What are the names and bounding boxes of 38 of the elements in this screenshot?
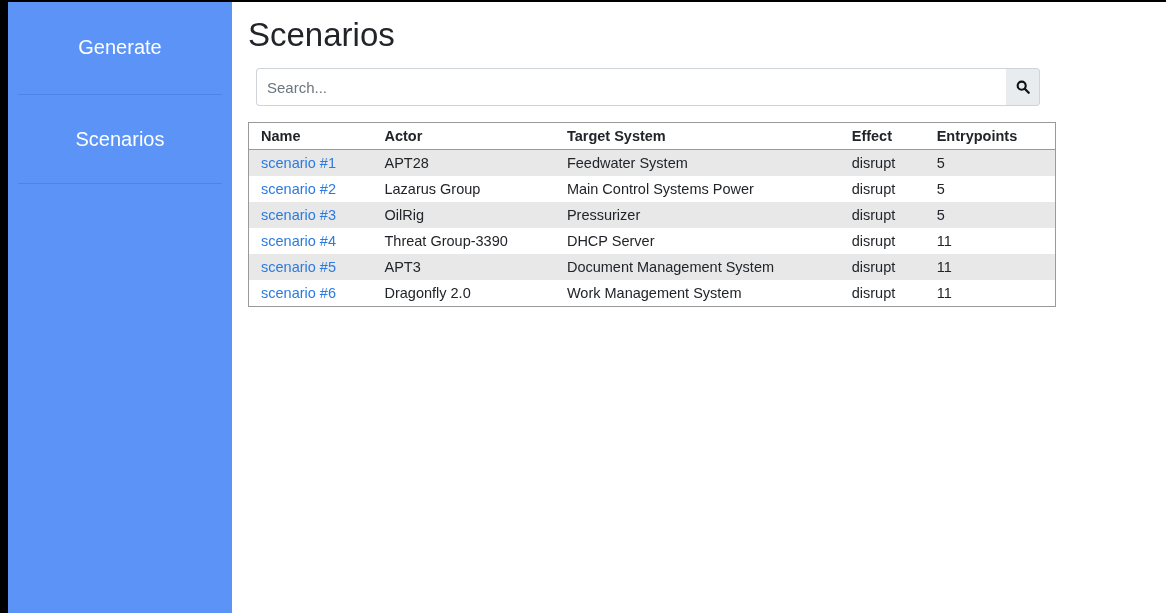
table-cell: Main Control Systems Power <box>554 176 840 202</box>
page-title: Scenarios <box>248 15 396 55</box>
scenario-link[interactable]: scenario #5 <box>261 259 336 275</box>
table-cell: Feedwater System <box>554 149 840 176</box>
column-header: Effect <box>839 122 925 150</box>
scenario-link[interactable]: scenario #3 <box>261 207 336 223</box>
nav-link[interactable]: Scenarios <box>18 95 222 184</box>
table-cell: disrupt <box>839 176 925 202</box>
scenario-link[interactable]: scenario #2 <box>261 181 336 197</box>
column-header: Target System <box>554 122 840 150</box>
table-cell: disrupt <box>839 280 925 307</box>
table-cell: APT28 <box>372 149 555 176</box>
table-cell: disrupt <box>839 202 925 228</box>
table-cell: 11 <box>924 254 1056 280</box>
table-cell: 11 <box>924 228 1056 254</box>
table-cell: disrupt <box>839 254 925 280</box>
table-cell: OilRig <box>372 202 555 228</box>
table-cell: 5 <box>924 202 1056 228</box>
table-cell: Dragonfly 2.0 <box>372 280 555 307</box>
table-cell: 11 <box>924 280 1056 307</box>
table-cell: DHCP Server <box>554 228 840 254</box>
table-cell: 5 <box>924 149 1056 176</box>
column-header: Actor <box>372 122 555 150</box>
column-header: Entrypoints <box>924 122 1056 150</box>
table-cell: Threat Group-3390 <box>372 228 555 254</box>
column-header: Name <box>248 122 373 150</box>
nav-link[interactable]: Generate <box>18 2 222 95</box>
table-cell: disrupt <box>839 149 925 176</box>
table-cell: Document Management System <box>554 254 840 280</box>
scenario-link[interactable]: scenario #6 <box>261 285 336 301</box>
table-cell: 5 <box>924 176 1056 202</box>
table-cell: disrupt <box>839 228 925 254</box>
table-cell: Pressurizer <box>554 202 840 228</box>
scenario-link[interactable]: scenario #1 <box>261 155 336 171</box>
table-cell: APT3 <box>372 254 555 280</box>
table-cell: Work Management System <box>554 280 840 307</box>
scenario-link[interactable]: scenario #4 <box>261 233 336 249</box>
table-cell: Lazarus Group <box>372 176 555 202</box>
